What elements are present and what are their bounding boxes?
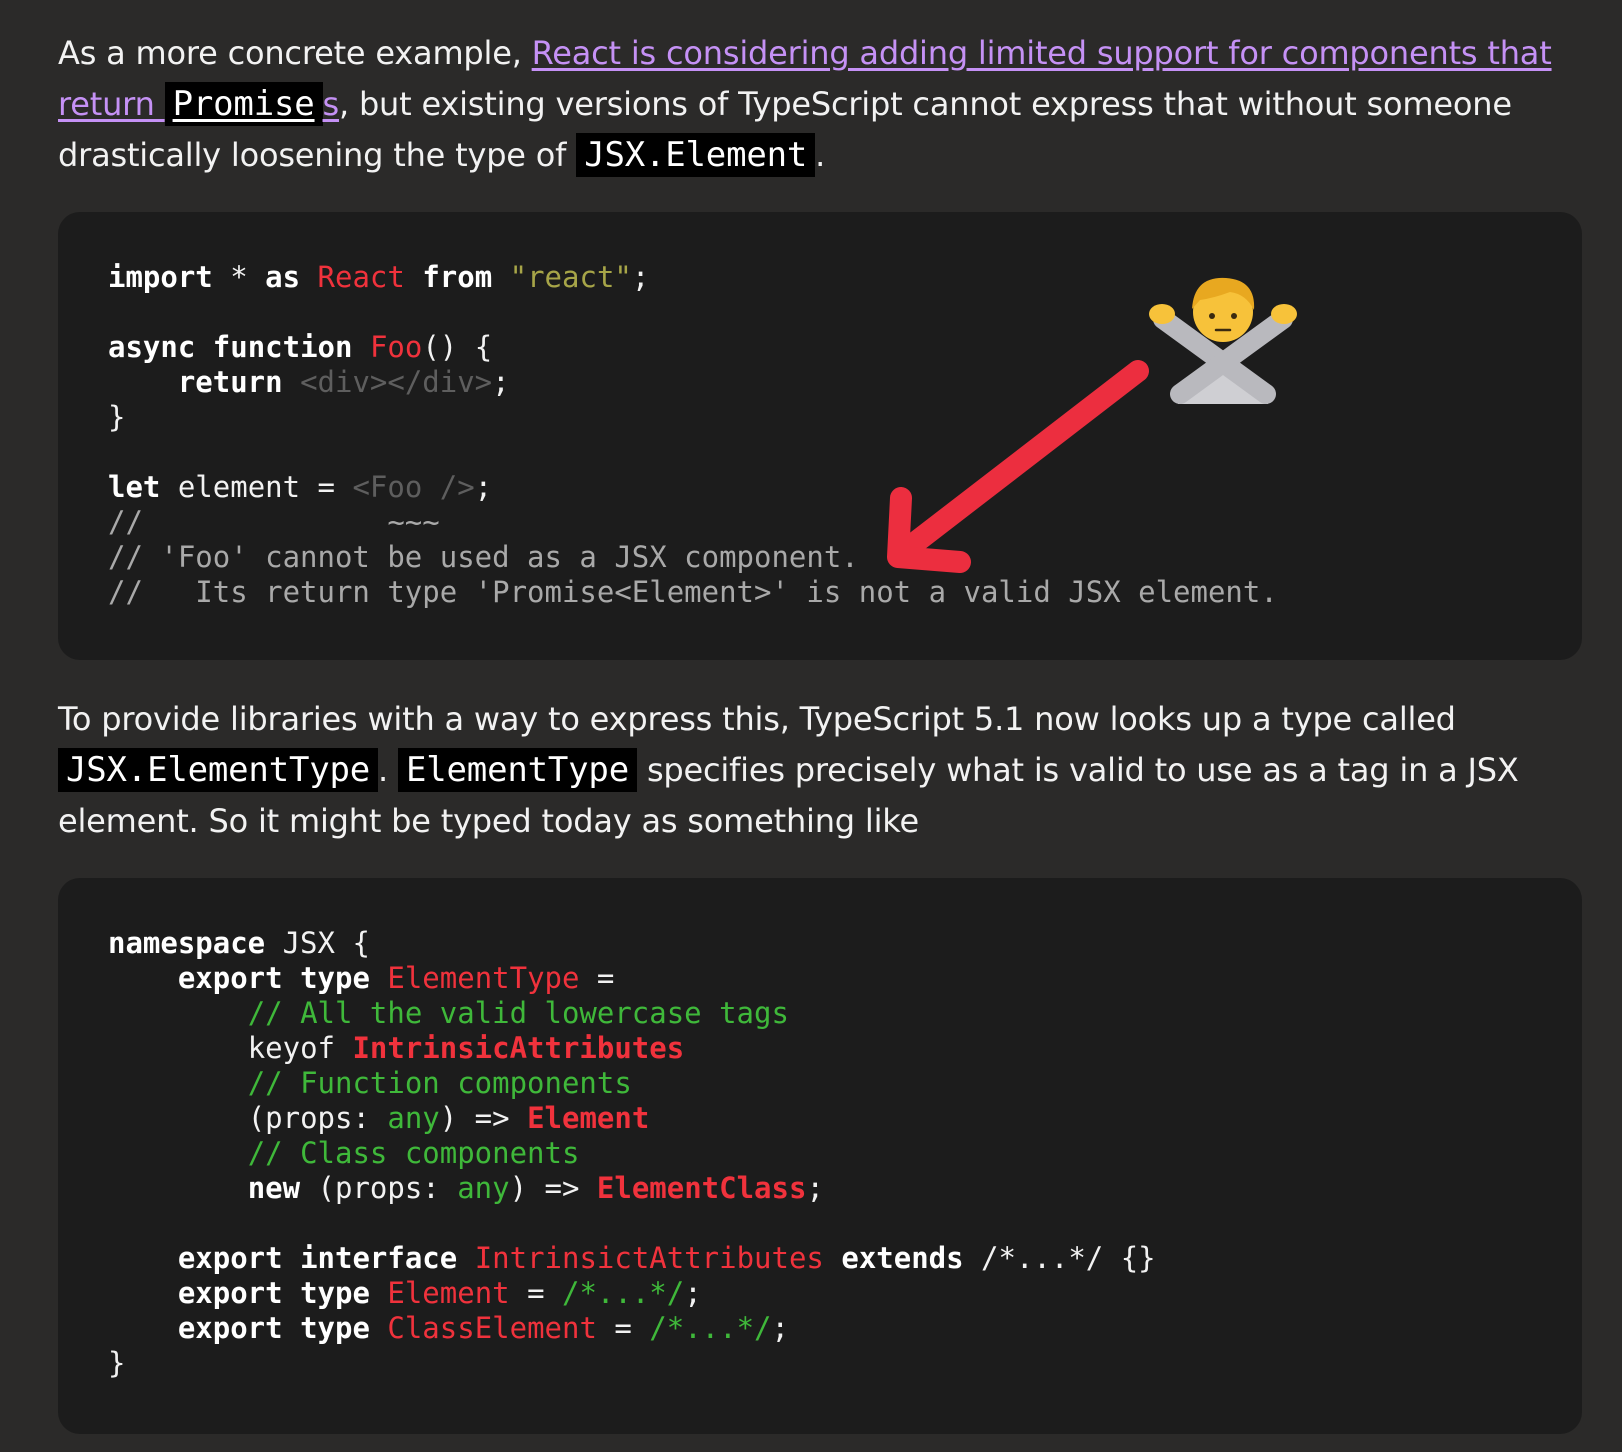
elementtype-inline-code: ElementType — [398, 748, 637, 792]
error-arrow-icon — [887, 360, 1149, 573]
intro-text-before: As a more concrete example, — [58, 34, 532, 72]
code-block-react-example: import * as React from "react"; async fu… — [58, 212, 1582, 660]
code-block-jsx-namespace: namespace JSX { export type ElementType … — [58, 878, 1582, 1434]
intro-paragraph: As a more concrete example, React is con… — [58, 34, 1552, 177]
code-jsx-namespace: namespace JSX { export type ElementType … — [108, 926, 1156, 1380]
element-type-paragraph: To provide libraries with a way to expre… — [58, 700, 1519, 840]
jsx-element-inline-code: JSX.Element — [576, 133, 816, 177]
jsx-elementtype-inline-code: JSX.ElementType — [58, 748, 379, 792]
promise-inline-code[interactable]: Promise — [164, 82, 323, 126]
person-gesturing-no-icon — [1149, 277, 1297, 404]
